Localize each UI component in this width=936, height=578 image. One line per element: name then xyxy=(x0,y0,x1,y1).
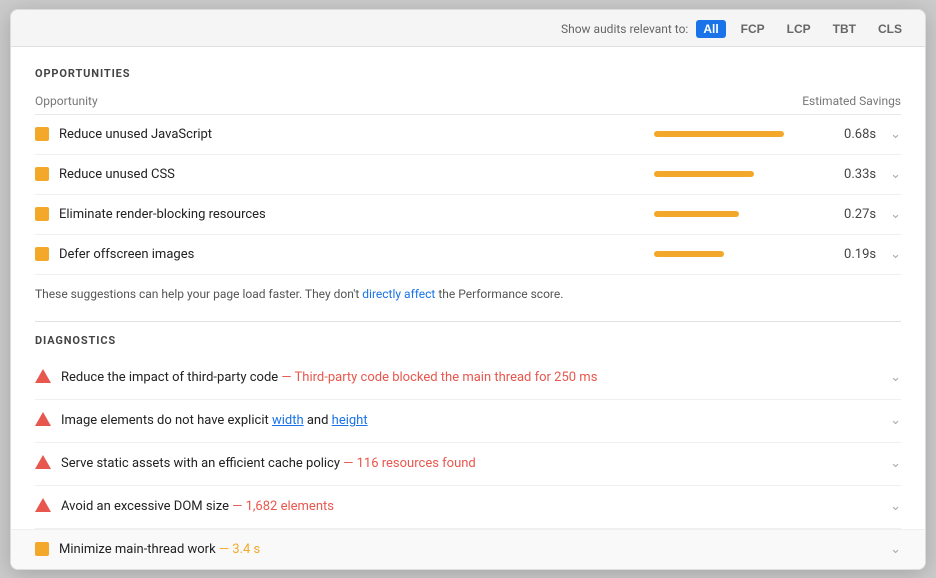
diag-chevron-2: ⌄ xyxy=(890,413,901,428)
opp-bar-container-1 xyxy=(654,131,814,137)
opp-icon-3 xyxy=(35,207,49,221)
opportunities-section: OPPORTUNITIES Opportunity Estimated Savi… xyxy=(35,67,901,309)
diagnostics-section: DIAGNOSTICS Reduce the impact of third-p… xyxy=(35,334,901,529)
diag-chevron-1: ⌄ xyxy=(890,370,901,385)
main-window: Show audits relevant to: All FCP LCP TBT… xyxy=(10,9,926,570)
opp-bar-container-4 xyxy=(654,251,814,257)
chevron-icon-2: ⌄ xyxy=(890,167,901,182)
width-link[interactable]: width xyxy=(272,413,304,428)
opp-label-1: Reduce unused JavaScript xyxy=(59,127,644,142)
opp-label-3: Eliminate render-blocking resources xyxy=(59,207,644,222)
section-divider xyxy=(35,321,901,322)
opp-savings-4: 0.19s xyxy=(832,247,876,262)
opp-icon-1 xyxy=(35,127,49,141)
directly-affect-link[interactable]: directly affect xyxy=(362,287,435,301)
diag-suffix-1: — Third-party code blocked the main thre… xyxy=(278,370,597,385)
red-triangle-icon-1 xyxy=(35,369,51,387)
filter-lcp[interactable]: LCP xyxy=(780,20,818,38)
opp-row-3[interactable]: Eliminate render-blocking resources 0.27… xyxy=(35,195,901,235)
diag-row-1[interactable]: Reduce the impact of third-party code — … xyxy=(35,357,901,400)
diag-chevron-4: ⌄ xyxy=(890,499,901,514)
suggestions-text: These suggestions can help your page loa… xyxy=(35,275,901,309)
height-link[interactable]: height xyxy=(332,413,368,428)
opportunities-title: OPPORTUNITIES xyxy=(35,67,901,80)
diag-row-4[interactable]: Avoid an excessive DOM size — 1,682 elem… xyxy=(35,486,901,529)
diag-label-1: Reduce the impact of third-party code — … xyxy=(61,370,876,385)
diag-label-2: Image elements do not have explicit widt… xyxy=(61,413,876,428)
red-triangle-icon-2 xyxy=(35,412,51,430)
diag-label-3: Serve static assets with an efficient ca… xyxy=(61,456,876,471)
content-area: OPPORTUNITIES Opportunity Estimated Savi… xyxy=(11,47,925,529)
top-bar: Show audits relevant to: All FCP LCP TBT… xyxy=(11,10,925,47)
diag-label-4: Avoid an excessive DOM size — 1,682 elem… xyxy=(61,499,876,514)
opp-icon-2 xyxy=(35,167,49,181)
opp-bar-container-3 xyxy=(654,211,814,217)
col-opportunity: Opportunity xyxy=(35,94,98,108)
chevron-icon-4: ⌄ xyxy=(890,247,901,262)
opp-bar-2 xyxy=(654,171,754,177)
opp-label-2: Reduce unused CSS xyxy=(59,167,644,182)
opp-bar-4 xyxy=(654,251,724,257)
diag-chevron-3: ⌄ xyxy=(890,456,901,471)
audits-label: Show audits relevant to: xyxy=(561,22,688,36)
opp-row-1[interactable]: Reduce unused JavaScript 0.68s ⌄ xyxy=(35,115,901,155)
filter-all[interactable]: All xyxy=(696,20,725,38)
chevron-icon-3: ⌄ xyxy=(890,207,901,222)
diagnostics-title: DIAGNOSTICS xyxy=(35,334,901,347)
red-triangle-icon-3 xyxy=(35,455,51,473)
filter-tbt[interactable]: TBT xyxy=(826,20,863,38)
opp-row-2[interactable]: Reduce unused CSS 0.33s ⌄ xyxy=(35,155,901,195)
opp-label-4: Defer offscreen images xyxy=(59,247,644,262)
opp-icon-4 xyxy=(35,247,49,261)
opp-bar-container-2 xyxy=(654,171,814,177)
filter-cls[interactable]: CLS xyxy=(871,20,909,38)
diag-row-3[interactable]: Serve static assets with an efficient ca… xyxy=(35,443,901,486)
opp-bar-3 xyxy=(654,211,739,217)
diag-suffix-4: — 1,682 elements xyxy=(229,499,334,514)
chevron-icon-1: ⌄ xyxy=(890,127,901,142)
filter-fcp[interactable]: FCP xyxy=(734,20,772,38)
orange-square-icon xyxy=(35,542,49,556)
bottom-label: Minimize main-thread work — 3.4 s xyxy=(59,542,876,557)
bottom-row[interactable]: Minimize main-thread work — 3.4 s ⌄ xyxy=(11,529,925,569)
opp-bar-1 xyxy=(654,131,784,137)
table-header: Opportunity Estimated Savings xyxy=(35,90,901,115)
diag-row-2[interactable]: Image elements do not have explicit widt… xyxy=(35,400,901,443)
opp-row-4[interactable]: Defer offscreen images 0.19s ⌄ xyxy=(35,235,901,275)
opp-savings-3: 0.27s xyxy=(832,207,876,222)
opp-savings-2: 0.33s xyxy=(832,167,876,182)
col-savings: Estimated Savings xyxy=(802,94,901,108)
diag-suffix-3: — 116 resources found xyxy=(340,456,476,471)
opp-savings-1: 0.68s xyxy=(832,127,876,142)
red-triangle-icon-4 xyxy=(35,498,51,516)
bottom-chevron: ⌄ xyxy=(890,542,901,557)
bottom-suffix: — 3.4 s xyxy=(216,542,261,557)
